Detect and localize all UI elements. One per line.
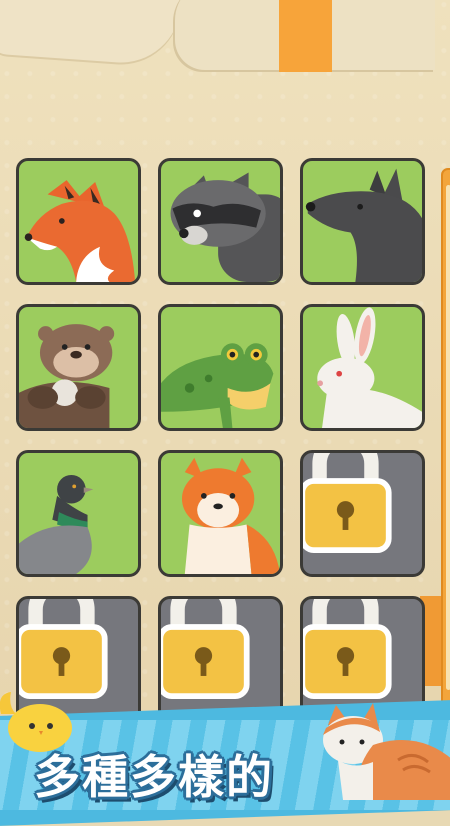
padlock-icon [303,453,392,553]
fox-illustration [24,180,136,282]
locked-card[interactable] [158,596,283,723]
promo-banner-title: 多種多樣的 [34,750,274,804]
orange-bookmark-tab [279,0,332,72]
animal-card-frog[interactable] [158,304,283,431]
animal-card-wolf[interactable] [300,158,425,285]
animal-card-otter[interactable] [16,304,141,431]
animal-card-fox[interactable] [16,158,141,285]
locked-card[interactable] [300,450,425,577]
cat-mascot-icon [323,703,450,800]
rabbit-illustration [317,307,422,428]
scrollbar-thumb[interactable] [446,185,450,690]
animal-card-shiba-inu[interactable] [158,450,283,577]
animal-card-pigeon[interactable] [16,450,141,577]
shiba-inu-illustration [181,457,280,574]
pigeon-illustration [19,474,94,574]
animal-card-rabbit[interactable] [300,304,425,431]
animal-card-raccoon[interactable] [158,158,283,285]
frog-illustration [161,343,274,428]
otter-illustration [19,324,115,428]
padlock-icon [303,599,392,699]
padlock-icon [161,599,250,699]
wolf-illustration [305,168,422,282]
raccoon-illustration [170,172,280,282]
